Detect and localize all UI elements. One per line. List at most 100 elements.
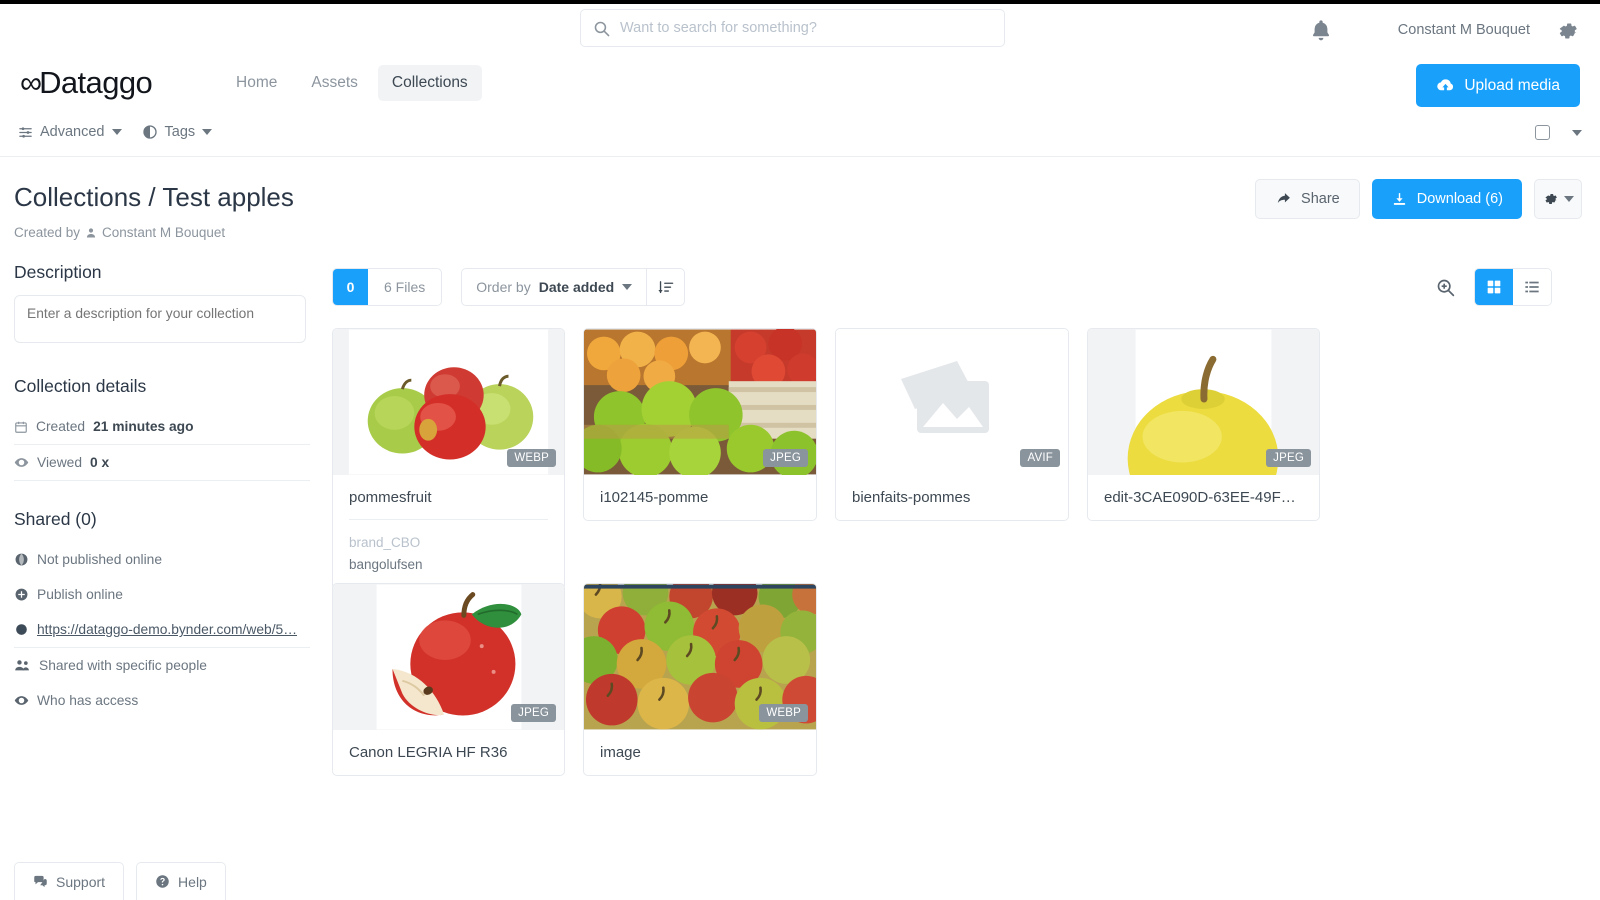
tags-filter-button[interactable]: Tags <box>142 124 213 140</box>
help-button[interactable]: Help <box>136 862 226 900</box>
sort-direction-button[interactable] <box>646 269 684 305</box>
format-badge: JPEG <box>511 704 556 722</box>
asset-meta: bienfaits-pommes <box>836 475 1068 520</box>
detail-viewed: Viewed 0 x <box>14 445 310 481</box>
filter-bar-right <box>1535 125 1582 140</box>
asset-meta: pommesfruit brand_CBO bangolufsen <box>333 475 564 589</box>
chevron-down-icon <box>111 129 122 135</box>
asset-thumbnail: JPEG <box>1088 329 1319 475</box>
order-by-value: Date added <box>538 279 615 295</box>
chevron-down-icon <box>202 129 213 135</box>
globe-icon <box>15 553 28 566</box>
asset-name: Canon LEGRIA HF R36 <box>349 744 508 761</box>
created-by: Created by Constant M Bouquet <box>14 225 225 240</box>
files-label: 6 Files <box>384 279 426 295</box>
list-view-button[interactable] <box>1513 269 1551 305</box>
format-badge: WEBP <box>759 704 808 722</box>
advanced-filter-button[interactable]: Advanced <box>18 124 122 140</box>
description-input[interactable] <box>14 295 306 343</box>
sliders-icon <box>19 126 32 138</box>
content-toolbar-left: 0 6 Files Order by Date added <box>332 268 686 306</box>
gear-icon <box>1559 23 1577 39</box>
asset-card[interactable]: WEBP pommesfruit brand_CBO bangolufsen <box>332 328 565 591</box>
asset-tag: bangolufsen <box>349 556 423 572</box>
shared-who-has-access[interactable]: Who has access <box>14 683 310 718</box>
format-badge: WEBP <box>507 449 556 467</box>
user-icon <box>86 227 96 237</box>
search-placeholder: Want to search for something? <box>620 20 817 36</box>
header-actions: Share Download (6) <box>1255 179 1582 219</box>
asset-card[interactable]: JPEG edit-3CAE090D-63EE-49FE… <box>1087 328 1320 521</box>
logo-text: Dataggo <box>39 65 153 100</box>
select-all-checkbox[interactable] <box>1535 125 1550 140</box>
plus-circle-icon <box>15 588 28 601</box>
collection-settings-button[interactable] <box>1534 179 1582 219</box>
asset-card[interactable]: JPEG Canon LEGRIA HF R36 <box>332 583 565 776</box>
shared-publish-online[interactable]: Publish online <box>14 577 310 612</box>
download-label: Download (6) <box>1416 191 1503 207</box>
eye-icon <box>14 458 29 467</box>
view-toggle <box>1474 268 1552 306</box>
support-button[interactable]: Support <box>14 862 125 900</box>
main-navigation: ∞Dataggo Home Assets Collections Upload … <box>0 53 1600 115</box>
asset-card[interactable]: JPEG i102145-pomme <box>583 328 817 521</box>
asset-card[interactable]: WEBP image <box>583 583 817 776</box>
search-input[interactable]: Want to search for something? <box>580 9 1005 47</box>
upload-media-label: Upload media <box>1464 76 1560 94</box>
asset-thumbnail: JPEG <box>584 329 816 475</box>
bulk-actions-chevron-down-icon[interactable] <box>1572 129 1582 136</box>
shared-publish-online-label: Publish online <box>37 587 123 602</box>
thumbnail-size-button[interactable] <box>1435 277 1456 298</box>
shared-not-published-label: Not published online <box>37 552 163 567</box>
shared-with-people[interactable]: Shared with specific people <box>14 648 310 683</box>
files-counter[interactable]: 0 6 Files <box>332 268 443 306</box>
chat-icon <box>34 875 47 888</box>
asset-card[interactable]: AVIF bienfaits-pommes <box>835 328 1069 521</box>
chevron-down-icon <box>1563 196 1574 202</box>
detail-viewed-value: 0 x <box>90 455 110 470</box>
help-label: Help <box>178 873 207 890</box>
search-icon <box>594 21 610 36</box>
notifications-button[interactable] <box>1308 18 1334 44</box>
detail-created-label: Created <box>36 419 86 434</box>
content-toolbar-right <box>1435 268 1552 306</box>
meta-divider <box>349 519 548 520</box>
asset-name: image <box>600 744 641 761</box>
share-label: Share <box>1301 191 1340 207</box>
asset-thumbnail: AVIF <box>836 329 1068 475</box>
order-by-dropdown[interactable]: Order by Date added <box>462 269 646 305</box>
asset-thumbnail: WEBP <box>584 584 816 730</box>
shared-public-url[interactable]: https://dataggo-demo.bynder.com/web/5… <box>14 612 310 648</box>
asset-meta: edit-3CAE090D-63EE-49FE… <box>1088 475 1319 520</box>
detail-viewed-label: Viewed <box>37 455 83 470</box>
tags-filter-label: Tags <box>164 124 196 140</box>
app-logo[interactable]: ∞Dataggo <box>20 65 153 101</box>
share-button[interactable]: Share <box>1255 179 1360 219</box>
created-by-user: Constant M Bouquet <box>102 225 226 240</box>
collection-details-section: Collection details Created 21 minutes ag… <box>14 376 310 481</box>
link-dot-icon <box>16 624 27 635</box>
magnifier-plus-icon <box>1437 279 1455 296</box>
shared-with-people-label: Shared with specific people <box>39 658 207 673</box>
advanced-filter-label: Advanced <box>40 124 105 140</box>
download-button[interactable]: Download (6) <box>1371 179 1522 219</box>
calendar-icon <box>15 421 27 433</box>
format-badge: JPEG <box>763 449 808 467</box>
format-badge: AVIF <box>1020 449 1060 467</box>
utility-bar: Want to search for something? Constant M… <box>0 4 1600 53</box>
eye-icon <box>14 696 29 705</box>
shared-public-url-link[interactable]: https://dataggo-demo.bynder.com/web/5… <box>37 622 297 637</box>
grid-view-button[interactable] <box>1475 269 1513 305</box>
chevron-down-icon <box>622 284 633 290</box>
selected-count: 0 <box>333 269 368 305</box>
user-menu[interactable]: Constant M Bouquet <box>1398 22 1530 38</box>
nav-item-collections[interactable]: Collections <box>377 65 482 101</box>
upload-media-button[interactable]: Upload media <box>1416 64 1580 107</box>
share-arrow-icon <box>1277 192 1290 203</box>
shared-section: Shared (0) Not published online Publish … <box>14 509 310 718</box>
sort-desc-icon <box>658 280 674 293</box>
settings-button[interactable] <box>1556 19 1580 43</box>
question-circle-icon <box>156 875 169 888</box>
nav-item-home[interactable]: Home <box>222 65 291 101</box>
nav-item-assets[interactable]: Assets <box>297 65 372 101</box>
